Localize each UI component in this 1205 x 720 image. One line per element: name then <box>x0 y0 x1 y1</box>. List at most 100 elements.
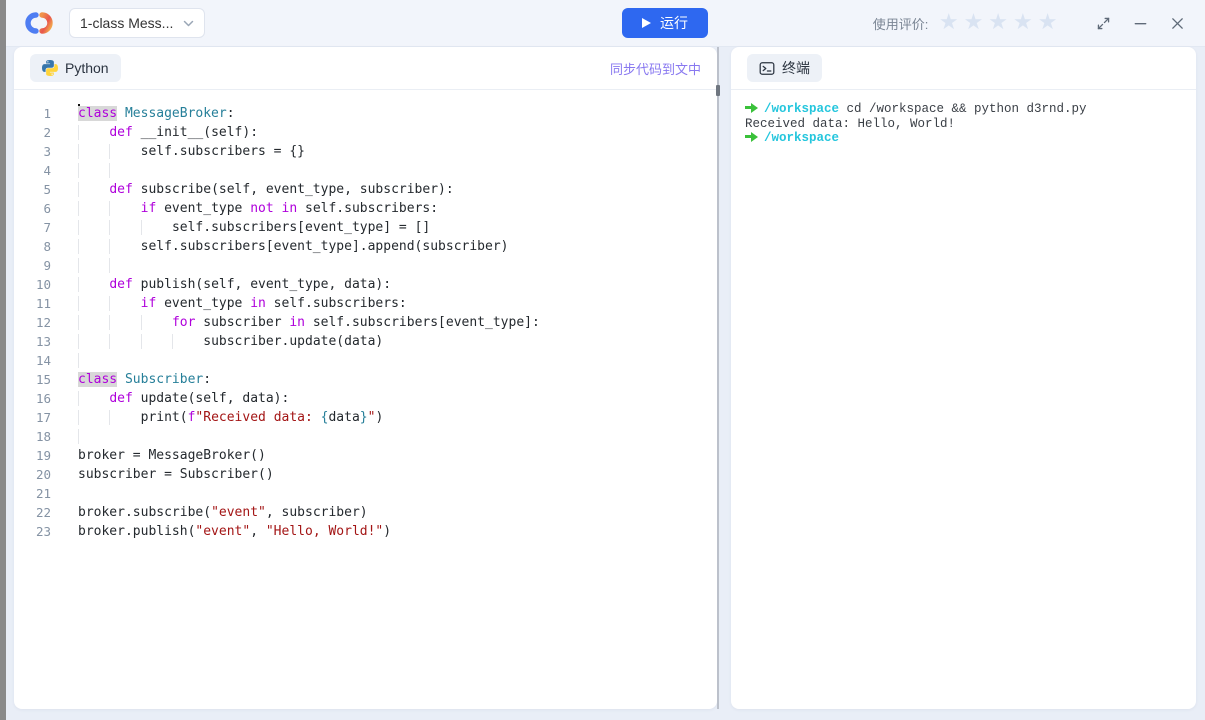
expand-button[interactable] <box>1092 12 1115 35</box>
code-token: ) <box>375 410 384 425</box>
indent-guide <box>141 334 172 349</box>
code-token: , subscriber) <box>265 505 368 520</box>
code-line[interactable]: 17 print(f"Received data: {data}") <box>14 408 717 427</box>
star-icon[interactable]: ★ <box>936 12 961 34</box>
terminal-path: /workspace <box>764 102 840 116</box>
code-line[interactable]: 21 <box>14 484 717 503</box>
code-line[interactable]: 8 self.subscribers[event_type].append(su… <box>14 237 717 256</box>
code-line[interactable]: 2 def __init__(self): <box>14 123 717 142</box>
star-icon[interactable]: ★ <box>986 12 1011 34</box>
code-token: , <box>250 524 266 539</box>
code-token: subscribe(self, event_type, subscriber): <box>132 182 454 197</box>
code-line-content: for subscriber in self.subscribers[event… <box>78 313 540 332</box>
code-token: broker.publish( <box>78 524 196 539</box>
code-line[interactable]: 22 broker.subscribe("event", subscriber) <box>14 503 717 522</box>
panel-splitter[interactable] <box>717 47 719 709</box>
code-line[interactable]: 14 <box>14 351 717 370</box>
tab-python[interactable]: Python <box>30 54 121 82</box>
code-token: subscriber = Subscriber() <box>78 467 274 482</box>
star-icon[interactable]: ★ <box>1035 12 1060 34</box>
indent-guide <box>78 201 109 216</box>
code-line[interactable]: 11 if event_type in self.subscribers: <box>14 294 717 313</box>
code-line-content <box>78 256 141 275</box>
code-line[interactable]: 13 subscriber.update(data) <box>14 332 717 351</box>
code-token: self.subscribers[event_type] = [] <box>171 220 431 235</box>
file-selector-dropdown[interactable]: 1-class Mess... <box>69 8 205 38</box>
code-line-content: subscriber = Subscriber() <box>78 465 274 484</box>
indent-guide <box>78 315 109 330</box>
sync-code-link[interactable]: 同步代码到文中 <box>610 59 701 78</box>
indent-guide <box>78 220 109 235</box>
code-line-content: class Subscriber: <box>78 370 211 389</box>
tab-terminal[interactable]: 终端 <box>747 54 822 82</box>
star-icon[interactable]: ★ <box>1011 12 1036 34</box>
code-line-content: broker.publish("event", "Hello, World!") <box>78 522 391 541</box>
run-button[interactable]: 运行 <box>622 8 708 38</box>
terminal-output[interactable]: /workspace cd /workspace && python d3rnd… <box>731 91 1196 709</box>
indent-guide <box>141 220 172 235</box>
code-line[interactable]: 15 class Subscriber: <box>14 370 717 389</box>
indent-guide <box>78 182 109 197</box>
code-line-content: def publish(self, event_type, data): <box>78 275 391 294</box>
code-editor[interactable]: 1 class MessageBroker: 2 def __init__(self… <box>14 91 717 709</box>
code-line[interactable]: 10 def publish(self, event_type, data): <box>14 275 717 294</box>
code-token: in <box>289 315 305 330</box>
code-line[interactable]: 16 def update(self, data): <box>14 389 717 408</box>
indent-guide <box>109 258 140 273</box>
code-line-content: broker = MessageBroker() <box>78 446 266 465</box>
line-number: 21 <box>35 486 51 501</box>
rating-label: 使用评价: <box>872 16 929 32</box>
code-token: "Hello, World!" <box>265 524 384 539</box>
code-line-content: def subscribe(self, event_type, subscrib… <box>78 180 454 199</box>
code-line[interactable]: 6 if event_type not in self.subscribers: <box>14 199 717 218</box>
indent-guide <box>78 353 109 368</box>
indent-guide <box>109 239 140 254</box>
indent-guide <box>78 391 109 406</box>
code-token: class <box>78 106 118 121</box>
code-token: def <box>109 277 133 292</box>
code-line-content: print(f"Received data: {data}") <box>78 408 384 427</box>
arrow-right-prompt-icon <box>745 131 758 142</box>
minimize-button[interactable] <box>1129 12 1152 35</box>
code-line[interactable]: 9 <box>14 256 717 275</box>
run-button-label: 运行 <box>660 15 688 31</box>
close-icon <box>1172 17 1183 29</box>
line-number: 17 <box>35 410 51 425</box>
line-number: 3 <box>43 144 51 159</box>
code-token: in <box>250 296 266 311</box>
line-number: 22 <box>35 505 51 520</box>
line-number: 4 <box>43 163 51 178</box>
line-number: 1 <box>43 106 51 121</box>
code-line[interactable]: 5 def subscribe(self, event_type, subscr… <box>14 180 717 199</box>
code-token: update(self, data): <box>132 391 290 406</box>
code-token: if <box>140 201 157 216</box>
brand-swirl-icon <box>22 11 53 35</box>
code-token: print( <box>140 410 188 425</box>
code-token: def <box>109 182 133 197</box>
code-token: in <box>281 201 298 216</box>
star-icon[interactable]: ★ <box>961 12 986 34</box>
code-token: broker = MessageBroker() <box>78 448 266 463</box>
line-number: 8 <box>43 239 51 254</box>
code-line[interactable]: 20 subscriber = Subscriber() <box>14 465 717 484</box>
code-line[interactable]: 3 self.subscribers = {} <box>14 142 717 161</box>
panel-splitter-handle[interactable] <box>716 85 720 96</box>
minimize-icon <box>1134 22 1147 24</box>
code-token: def <box>109 125 133 140</box>
indent-guide <box>109 315 140 330</box>
code-line[interactable]: 19 broker = MessageBroker() <box>14 446 717 465</box>
code-line[interactable]: 7 self.subscribers[event_type] = [] <box>14 218 717 237</box>
code-token: self.subscribers = {} <box>140 144 305 159</box>
code-line[interactable]: 1 class MessageBroker: <box>14 104 717 123</box>
terminal-text: Received data: Hello, World! <box>745 116 956 131</box>
code-line-content: broker.subscribe("event", subscriber) <box>78 503 368 522</box>
code-line[interactable]: 12 for subscriber in self.subscribers[ev… <box>14 313 717 332</box>
indent-guide <box>109 144 140 159</box>
close-button[interactable] <box>1166 12 1189 35</box>
code-line[interactable]: 23 broker.publish("event", "Hello, World!… <box>14 522 717 541</box>
code-line[interactable]: 4 <box>14 161 717 180</box>
code-line[interactable]: 18 <box>14 427 717 446</box>
line-number: 20 <box>35 467 51 482</box>
